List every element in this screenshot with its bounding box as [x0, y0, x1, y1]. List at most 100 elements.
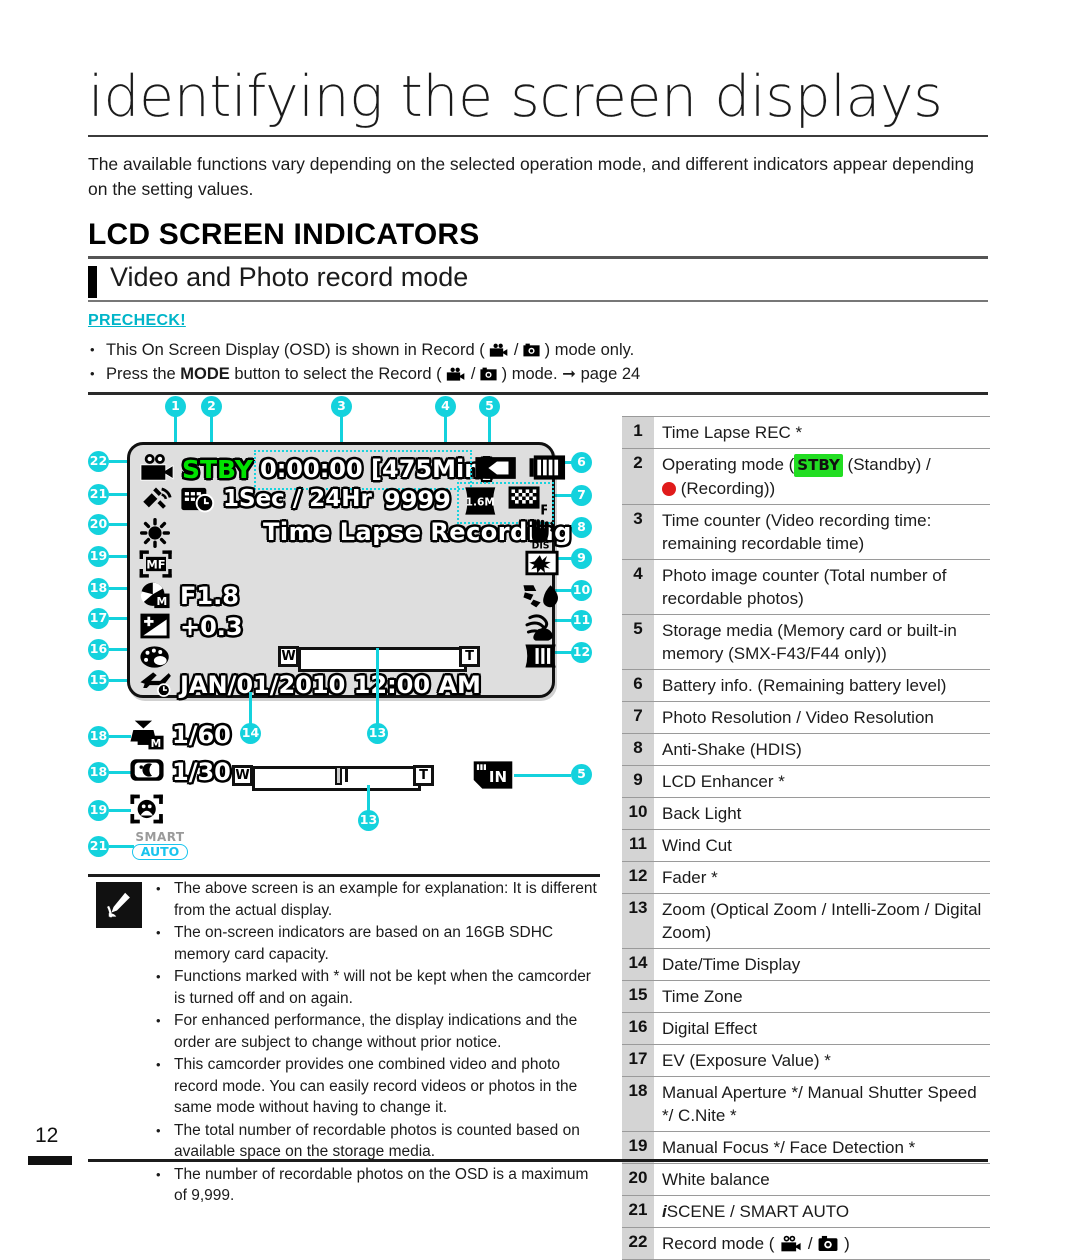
page-tab-marker [28, 1156, 72, 1165]
callout-11: 11 [571, 610, 592, 631]
face-detection-icon [130, 794, 163, 824]
row-number: 12 [622, 862, 654, 893]
row-number: 5 [622, 615, 654, 669]
table-row: 11 Wind Cut [622, 830, 990, 862]
row-label: Storage media (Memory card or built-in m… [662, 621, 957, 663]
row-label: Time counter (Video recording time: rema… [662, 511, 932, 553]
callout-18c-leader [109, 771, 131, 774]
subsection-rule [88, 300, 988, 302]
aperture-value: F1.8 [180, 582, 239, 610]
photo-camera-icon [480, 367, 497, 381]
smart-label: SMART [135, 830, 185, 844]
row-label: LCD Enhancer * [662, 772, 785, 791]
callout-13: 13 [367, 723, 388, 744]
callout-8: 8 [571, 517, 592, 538]
precheck-item-2: Press the MODE button to select the Reco… [88, 362, 988, 386]
record-mode-photo-icon [818, 1235, 838, 1252]
table-row: 8 Anti-Shake (HDIS) [622, 734, 990, 766]
page-header: identifying the screen displays [88, 66, 988, 140]
callout-18b: 18 [88, 726, 109, 747]
table-row: 12 Fader * [622, 862, 990, 894]
cnite-icon [130, 759, 164, 781]
aperture-m-label: M [156, 595, 167, 608]
row-label: EV (Exposure Value) * [662, 1051, 831, 1070]
callout-13b-leader [367, 785, 370, 811]
shutter-m-label: M [151, 737, 162, 750]
table-row: 17 EV (Exposure Value) * [622, 1045, 990, 1077]
row2-text-c: (Recording)) [676, 479, 776, 498]
row-number: 21 [622, 1196, 654, 1227]
callout-19: 19 [88, 546, 109, 567]
callout-18c: 18 [88, 762, 109, 783]
row-label: White balance [662, 1170, 770, 1189]
mode-button-ref: MODE [180, 365, 230, 383]
note-box-rule [88, 874, 600, 877]
callout-13-leader [376, 648, 379, 724]
photo-camera-icon [523, 343, 540, 357]
callout-13b: 13 [358, 810, 379, 831]
table-row: 16 Digital Effect [622, 1013, 990, 1045]
row-number: 3 [622, 505, 654, 559]
record-mode-video-icon [781, 1235, 802, 1252]
row-label: iSCENE / SMART AUTO [654, 1196, 990, 1227]
precheck-2-text-b: button to select the Record ( [229, 365, 442, 383]
row-label: Wind Cut [662, 836, 732, 855]
callout-2: 2 [201, 396, 222, 417]
callout-21: 21 [88, 484, 109, 505]
table-row: 4 Photo image counter (Total number of r… [622, 560, 990, 615]
time-lapse-rec-icon [181, 487, 215, 513]
precheck-2-text-c: / [470, 365, 481, 383]
row-label: Date/Time Display [662, 955, 801, 974]
time-lapse-interval: 1Sec / 24Hr [223, 486, 372, 512]
row-label: Time Zone [662, 987, 743, 1006]
row-label: Photo Resolution / Video Resolution [662, 708, 934, 727]
note-pencil-icon [96, 882, 142, 928]
note-item: The number of recordable photos on the O… [152, 1164, 602, 1207]
subsection-title: Video and Photo record mode [110, 262, 469, 292]
table-row: 7 Photo Resolution / Video Resolution [622, 702, 990, 734]
anti-shake-dis-icon: DIS [532, 519, 555, 550]
section-title: LCD SCREEN INDICATORS [88, 218, 480, 251]
fader-icon [525, 644, 556, 668]
manual-aperture-icon: M [140, 582, 170, 609]
row-label: Photo image counter (Total number of rec… [662, 566, 947, 608]
stby-badge: STBY [794, 454, 843, 477]
cnite-value: 1/30 [172, 758, 231, 786]
callout-16: 16 [88, 639, 109, 660]
precheck-label: PRECHECK! [88, 312, 186, 329]
row-number: 4 [622, 560, 654, 614]
precheck-1-text-c: ) mode only. [544, 341, 635, 359]
row-label: Time Lapse REC * [662, 423, 803, 442]
table-row: 5 Storage media (Memory card or built-in… [622, 615, 990, 670]
table-row: 13 Zoom (Optical Zoom / Intelli-Zoom / D… [622, 894, 990, 949]
row-label: Fader * [662, 868, 718, 887]
title-underline [88, 135, 988, 137]
callout-19b-leader [109, 809, 131, 812]
zoom-bar-knob [335, 766, 342, 785]
precheck-1-text-b: / [513, 341, 524, 359]
table-row: 18 Manual Aperture */ Manual Shutter Spe… [622, 1077, 990, 1132]
photo-resolution-icon: 1.6M [465, 487, 496, 515]
callout-15: 15 [88, 670, 109, 691]
callout-1: 1 [165, 396, 186, 417]
table-row: 10 Back Light [622, 798, 990, 830]
row-number: 8 [622, 734, 654, 765]
callout-3-leader [340, 416, 343, 444]
callout-7: 7 [571, 485, 592, 506]
table-row: 21 iSCENE / SMART AUTO [622, 1196, 990, 1228]
indicator-legend-table: 1 Time Lapse REC * 2 Operating mode (STB… [622, 416, 990, 1260]
page-title: identifying the screen displays [88, 64, 943, 130]
shutter-speed-value: 1/60 [172, 721, 231, 749]
time-zone-icon [140, 672, 171, 697]
battery-level-icon [529, 455, 566, 480]
zoom-tele-button: T [459, 646, 480, 667]
row2-text-a: Operating mode ( [662, 455, 795, 474]
row-number: 20 [622, 1164, 654, 1195]
callout-21b-leader [109, 845, 134, 848]
row-number: 13 [622, 894, 654, 948]
callout-9: 9 [571, 548, 592, 569]
camcorder-icon [490, 343, 508, 357]
row-label: Digital Effect [662, 1019, 758, 1038]
table-row: 9 LCD Enhancer * [622, 766, 990, 798]
precheck-2-text-d: ) mode. [501, 365, 563, 383]
